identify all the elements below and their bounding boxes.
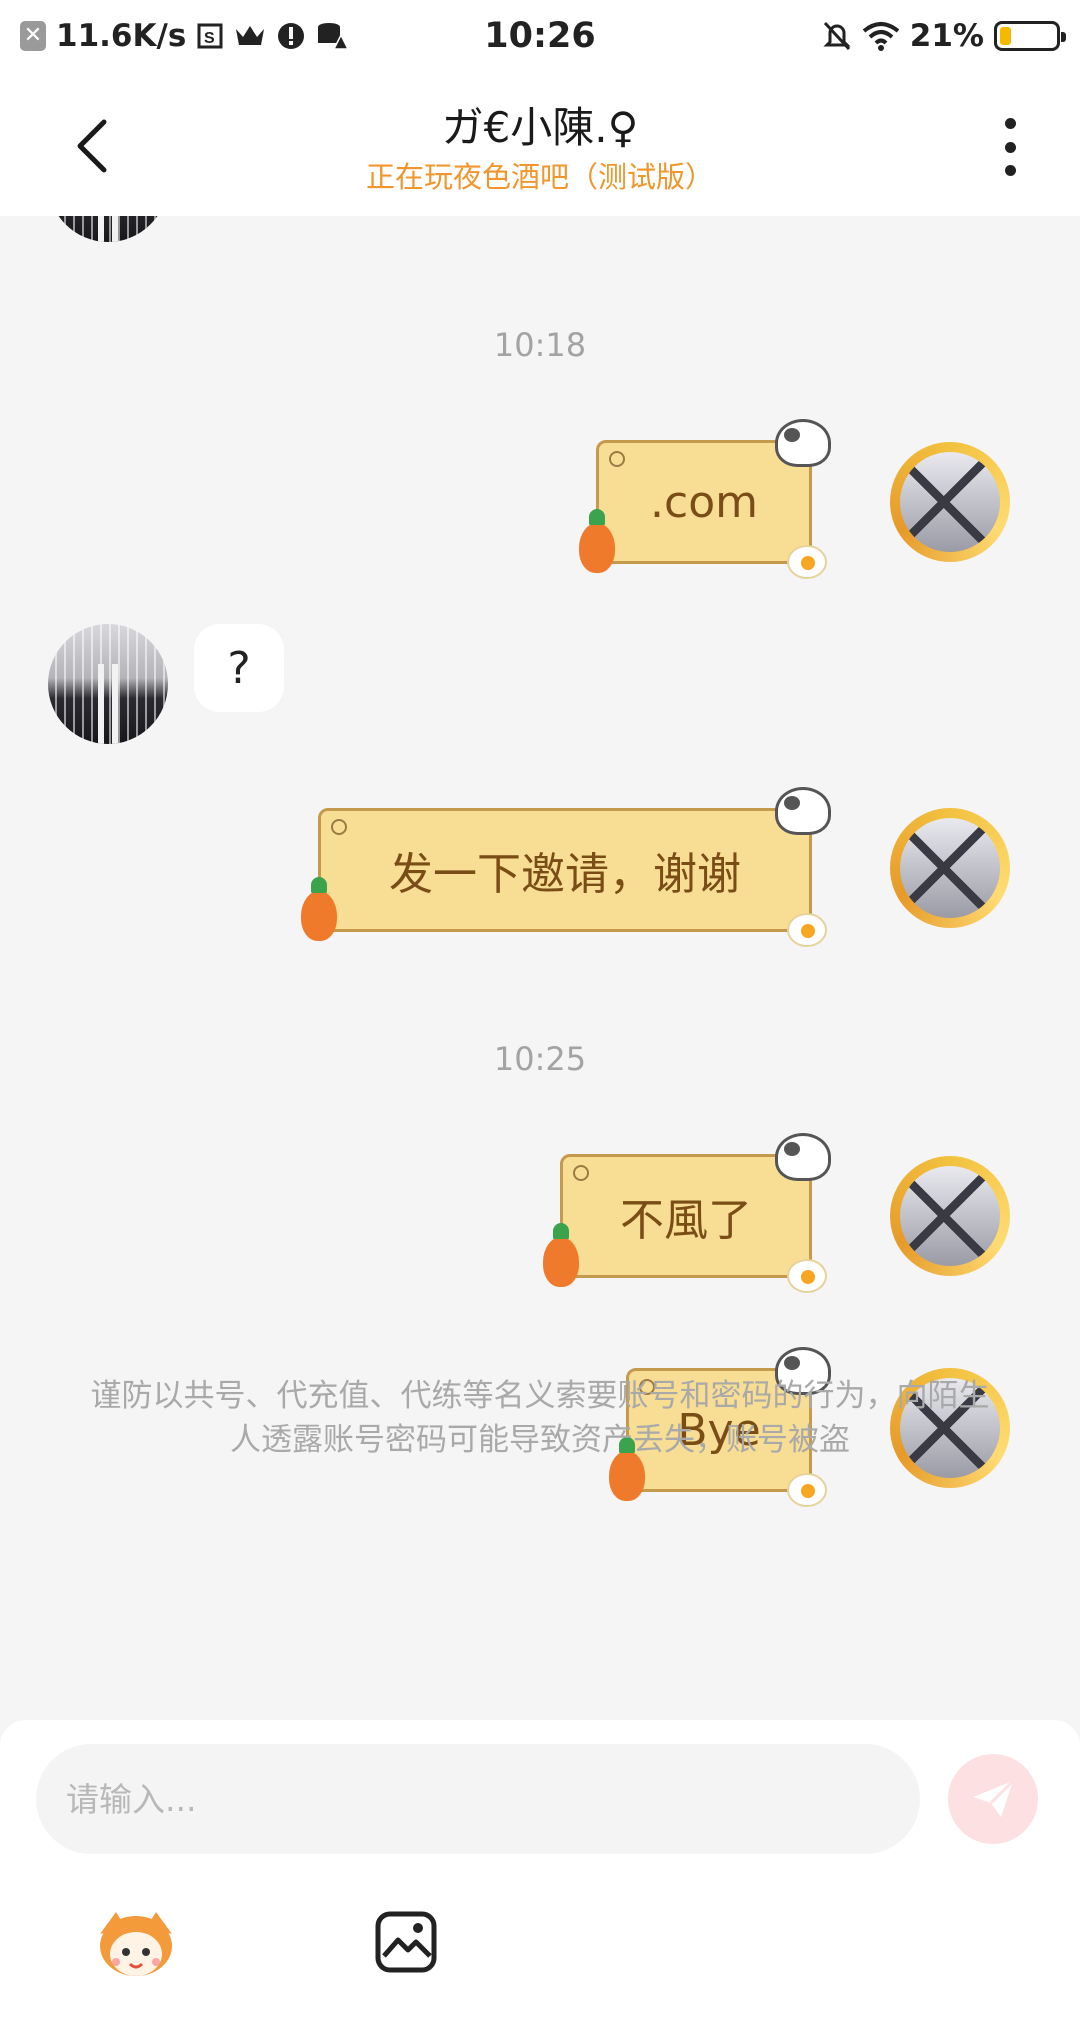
egg-sticker-icon xyxy=(787,545,827,579)
more-dot xyxy=(1004,118,1016,129)
more-options-button[interactable] xyxy=(990,112,1030,182)
battery-percent: 21% xyxy=(909,18,984,54)
cat-sticker-icon xyxy=(775,419,831,467)
cat-sticker-icon xyxy=(775,1133,831,1181)
my-avatar[interactable] xyxy=(890,1156,1010,1276)
carrot-sticker-icon xyxy=(301,877,337,941)
more-dot xyxy=(1004,141,1016,153)
egg-sticker-icon xyxy=(787,913,827,947)
contact-avatar[interactable] xyxy=(48,624,168,744)
security-notice: 谨防以共号、代充值、代练等名义索要账号和密码的行为，向陌生人透露账号密码可能导致… xyxy=(90,1378,990,1458)
avatar-image xyxy=(900,818,1000,918)
battery-icon xyxy=(994,21,1066,51)
battery-level xyxy=(1000,27,1012,45)
more-dot xyxy=(1004,165,1016,176)
contact-name: ガ€小陳.♀ xyxy=(441,103,639,152)
message-timestamp: 10:25 xyxy=(493,1040,587,1078)
message-text: 发一下邀请，谢谢 xyxy=(389,849,741,900)
chat-header: ガ€小陳.♀ 正在玩夜色酒吧（测试版） xyxy=(0,72,1080,216)
status-left: ✕ 11.6K/s S xyxy=(20,18,349,54)
mute-bell-icon xyxy=(822,20,852,52)
message-timestamp: 10:18 xyxy=(493,326,587,364)
image-button[interactable] xyxy=(372,1908,440,1976)
sent-message-bubble[interactable]: 不風了 xyxy=(543,1133,831,1293)
my-avatar[interactable] xyxy=(890,442,1010,562)
status-right: 21% xyxy=(822,18,1066,54)
sticker-button[interactable] xyxy=(92,1904,180,1980)
avatar-image xyxy=(900,1166,1000,1266)
pin-icon xyxy=(331,819,347,835)
egg-sticker-icon xyxy=(787,1473,827,1507)
cat-sticker-icon xyxy=(775,787,831,835)
crown-icon xyxy=(234,23,266,49)
status-bar: ✕ 11.6K/s S 10:26 21% xyxy=(0,0,1080,72)
database-warning-icon xyxy=(316,21,349,51)
send-button[interactable] xyxy=(948,1754,1038,1844)
wifi-icon xyxy=(862,21,900,51)
svg-text:S: S xyxy=(204,30,215,47)
message-text: 不風了 xyxy=(620,1195,752,1246)
send-icon xyxy=(973,1779,1015,1817)
my-avatar[interactable] xyxy=(890,808,1010,928)
carrot-sticker-icon xyxy=(543,1223,579,1287)
pin-icon xyxy=(609,451,625,467)
message-input-container[interactable] xyxy=(36,1744,920,1854)
egg-sticker-icon xyxy=(787,1259,827,1293)
sent-message-bubble[interactable]: .com xyxy=(579,419,831,579)
sim-icon: S xyxy=(196,22,224,50)
received-message-bubble[interactable]: ? xyxy=(194,624,284,712)
message-input[interactable] xyxy=(66,1779,890,1819)
alert-icon xyxy=(276,21,306,51)
close-notification-icon: ✕ xyxy=(20,21,46,51)
carrot-sticker-icon xyxy=(579,509,615,573)
network-speed: 11.6K/s xyxy=(56,18,187,54)
image-icon xyxy=(375,1911,437,1973)
mascot-sticker-icon xyxy=(100,1912,172,1976)
pin-icon xyxy=(573,1165,589,1181)
contact-avatar[interactable] xyxy=(48,216,168,242)
message-text: ? xyxy=(227,642,251,694)
message-composer xyxy=(0,1720,1080,2034)
message-text: .com xyxy=(650,476,758,528)
sent-message-bubble[interactable]: 发一下邀请，谢谢 xyxy=(301,787,831,947)
chat-messages[interactable]: 10:18 .com ? 发一下邀请，谢谢 10:25 不風了 Bye xyxy=(0,216,1080,1720)
contact-status: 正在玩夜色酒吧（测试版） xyxy=(365,160,714,194)
avatar-image xyxy=(900,452,1000,552)
